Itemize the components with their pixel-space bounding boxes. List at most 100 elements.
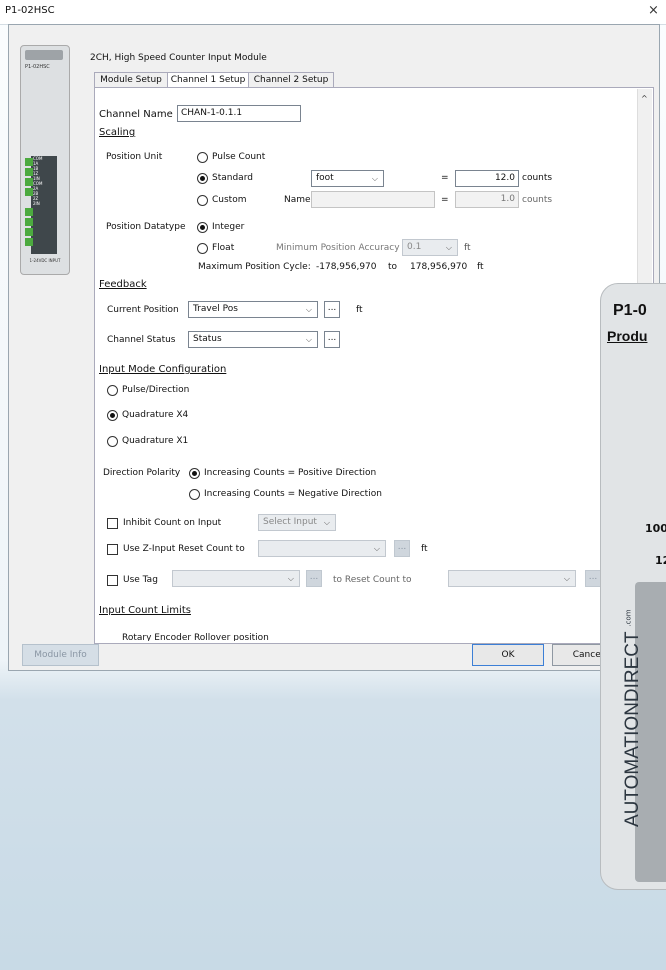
reset-count-browse-button: ... (585, 570, 601, 587)
quadrature-x4-radio[interactable] (107, 410, 118, 421)
ok-button[interactable]: OK (472, 644, 544, 666)
device-number-2: 12 (655, 554, 666, 567)
channel-name-label: Channel Name (99, 109, 173, 120)
standard-counts-field[interactable]: 12.0 (455, 170, 519, 187)
pulse-count-radio[interactable] (197, 152, 208, 163)
tab-channel-2-setup[interactable]: Channel 2 Setup (248, 72, 334, 88)
quadrature-x1-label: Quadrature X1 (122, 436, 189, 446)
module-info-button[interactable]: Module Info (22, 644, 99, 666)
module-terminal-indicator (25, 178, 33, 186)
close-button[interactable]: × (648, 3, 659, 18)
select-input-value: Select Input (263, 517, 317, 527)
integer-radio[interactable] (197, 222, 208, 233)
rollover-label: Rotary Encoder Rollover position (122, 633, 269, 641)
use-tag-label: Use Tag (123, 575, 158, 585)
module-description: 2CH, High Speed Counter Input Module (90, 53, 267, 63)
inhibit-count-checkbox[interactable] (107, 518, 118, 529)
float-label: Float (212, 243, 235, 253)
current-position-select[interactable]: Travel Pos ⌵ (188, 301, 318, 318)
select-input-dropdown: Select Input ⌵ (258, 514, 336, 531)
z-input-reset-checkbox[interactable] (107, 544, 118, 555)
custom-label: Custom (212, 195, 247, 205)
min-accuracy-unit: ft (464, 243, 471, 253)
position-unit-label: Position Unit (106, 152, 163, 162)
integer-label: Integer (212, 222, 245, 232)
channel-status-browse-button[interactable]: ... (324, 331, 340, 348)
module-label-bottom: 1-24VDC INPUT (29, 258, 61, 263)
pulse-direction-label: Pulse/Direction (122, 385, 190, 395)
module-image: P1-02HSC COM 1A 1B 1Z 1IN COM 2A 2B 2Z 2… (20, 45, 70, 275)
float-radio[interactable] (197, 243, 208, 254)
custom-name-label: Name (284, 195, 311, 205)
channel-status-label: Channel Status (107, 335, 176, 345)
module-terminal-indicator (25, 158, 33, 166)
use-tag-checkbox[interactable] (107, 575, 118, 586)
module-term-labels: COM 1A 1B 1Z 1IN COM 2A 2B 2Z 2IN (33, 156, 51, 206)
custom-counts-field: 1.0 (455, 191, 519, 208)
module-terminal-indicator (25, 218, 33, 226)
feedback-heading: Feedback (99, 279, 147, 290)
direction-positive-radio[interactable] (189, 468, 200, 479)
module-label-top: P1-02HSC (25, 64, 50, 70)
standard-label: Standard (212, 173, 253, 183)
chevron-down-icon: ⌵ (563, 574, 570, 583)
min-accuracy-value: 0.1 (407, 242, 422, 252)
current-position-label: Current Position (107, 305, 179, 315)
device-product: Produ (607, 328, 648, 344)
max-cycle-max: 178,956,970 (410, 262, 468, 272)
device-number-1: 100 (645, 522, 666, 535)
module-terminal-indicator (25, 238, 33, 246)
standard-radio[interactable] (197, 173, 208, 184)
module-latch (25, 50, 63, 60)
current-position-browse-button[interactable]: ... (324, 301, 340, 318)
reset-count-select: ⌵ (448, 570, 576, 587)
chevron-down-icon: ⌵ (373, 544, 380, 553)
quadrature-x4-label: Quadrature X4 (122, 410, 189, 420)
z-input-reset-select: ⌵ (258, 540, 386, 557)
input-mode-heading: Input Mode Configuration (99, 364, 227, 375)
unit-select-value: foot (316, 173, 334, 183)
module-terminal-indicator (25, 188, 33, 196)
equals-sign: = (441, 173, 449, 183)
custom-name-field (311, 191, 435, 208)
position-datatype-label: Position Datatype (106, 222, 186, 232)
inhibit-count-label: Inhibit Count on Input (123, 518, 222, 528)
pulse-direction-radio[interactable] (107, 385, 118, 396)
chevron-down-icon: ⌵ (305, 305, 312, 314)
chevron-down-icon: ⌵ (287, 574, 294, 583)
channel-status-select[interactable]: Status ⌵ (188, 331, 318, 348)
limits-partial-row: Rotary Encoder Rollover position (94, 627, 637, 641)
z-input-unit: ft (421, 544, 428, 554)
custom-radio[interactable] (197, 195, 208, 206)
max-cycle-label: Maximum Position Cycle: (198, 262, 311, 272)
quadrature-x1-radio[interactable] (107, 436, 118, 447)
use-tag-browse-button: ... (306, 570, 322, 587)
reset-count-to-label: to Reset Count to (333, 575, 412, 585)
z-input-browse-button: ... (394, 540, 410, 557)
direction-polarity-label: Direction Polarity (103, 468, 181, 478)
module-terminal-indicator (25, 228, 33, 236)
chevron-down-icon: ⌵ (445, 243, 452, 252)
tab-module-setup[interactable]: Module Setup (94, 72, 168, 88)
scroll-up-icon[interactable]: ^ (641, 94, 648, 103)
direction-negative-radio[interactable] (189, 489, 200, 500)
title-bar: P1-02HSC × (0, 0, 666, 25)
direction-positive-label: Increasing Counts = Positive Direction (204, 468, 377, 478)
custom-counts-unit: counts (522, 195, 553, 205)
current-position-value: Travel Pos (193, 304, 238, 314)
unit-select[interactable]: foot ⌵ (311, 170, 384, 187)
z-input-reset-label: Use Z-Input Reset Count to (123, 544, 245, 554)
standard-counts-unit: counts (522, 173, 553, 183)
device-model: P1-0 (613, 302, 647, 319)
use-tag-select: ⌵ (172, 570, 300, 587)
max-cycle-min: -178,956,970 (316, 262, 377, 272)
scaling-heading: Scaling (99, 127, 136, 138)
channel-name-field[interactable]: CHAN-1-0.1.1 (177, 105, 301, 122)
max-cycle-unit: ft (477, 262, 484, 272)
dialog-reflection (0, 670, 666, 970)
input-count-limits-heading: Input Count Limits (99, 605, 191, 616)
module-terminal-indicator (25, 168, 33, 176)
chevron-down-icon: ⌵ (323, 518, 330, 527)
term-label: 2IN (33, 201, 40, 206)
direction-negative-label: Increasing Counts = Negative Direction (204, 489, 382, 499)
